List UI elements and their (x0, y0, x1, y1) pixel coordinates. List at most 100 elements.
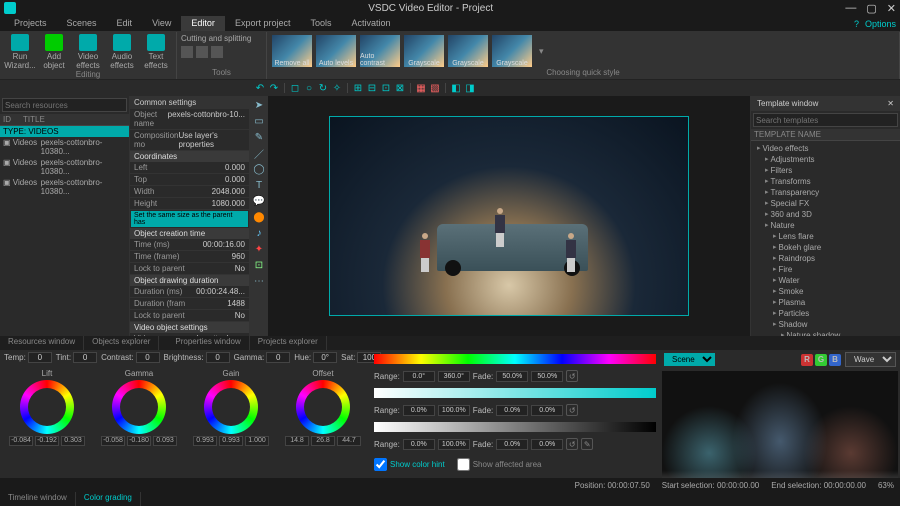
fade1a-input[interactable] (496, 371, 528, 382)
reset-icon[interactable]: ↺ (566, 438, 578, 450)
menu-view[interactable]: View (142, 16, 181, 31)
section-creation-time[interactable]: Object creation time (130, 228, 249, 239)
hue-gradient[interactable] (374, 354, 656, 364)
template-node[interactable]: Particles (753, 308, 898, 319)
range1b-input[interactable] (438, 371, 470, 382)
style-grayscale-1[interactable]: Grayscale (404, 35, 444, 67)
text-effects-button[interactable]: Text effects (140, 34, 172, 70)
preview-canvas[interactable] (268, 96, 750, 336)
align-icon[interactable]: ⊡ (380, 82, 392, 94)
menu-edit[interactable]: Edit (107, 16, 143, 31)
template-node[interactable]: Bokeh glare (753, 242, 898, 253)
fx-icon[interactable]: ✦ (252, 242, 266, 256)
menu-projects[interactable]: Projects (4, 16, 57, 31)
template-node[interactable]: Shadow (753, 319, 898, 330)
template-node[interactable]: Transforms (753, 176, 898, 187)
video-effects-button[interactable]: Video effects (72, 34, 104, 70)
tab-projects[interactable]: Projects explorer (250, 336, 327, 350)
audio-icon[interactable]: ♪ (252, 226, 266, 240)
template-node[interactable]: Filters (753, 165, 898, 176)
close-button[interactable]: ✕ (887, 2, 896, 15)
chart-icon[interactable]: ⬤ (252, 210, 266, 224)
maximize-button[interactable]: ▢ (866, 2, 876, 15)
brightness-input[interactable] (206, 352, 230, 363)
resource-row[interactable]: ▣ Videospexels-cottonbro-10380... (0, 137, 129, 157)
scope-g-toggle[interactable]: G (815, 354, 827, 366)
color-wheel-gamma[interactable] (112, 380, 166, 434)
scope-b-toggle[interactable]: B (829, 354, 841, 366)
line-icon[interactable]: ／ (252, 146, 266, 160)
undo-icon[interactable]: ↶ (254, 82, 266, 94)
template-node[interactable]: Nature shadow (753, 330, 898, 336)
tool-icon[interactable]: ↻ (317, 82, 329, 94)
col-id[interactable]: ID (3, 115, 23, 124)
tool-icon[interactable]: ◧ (450, 82, 462, 94)
hue-input[interactable] (313, 352, 337, 363)
template-node[interactable]: Lens flare (753, 231, 898, 242)
tool-icon[interactable] (211, 46, 223, 58)
fade1b-input[interactable] (531, 371, 563, 382)
text-icon[interactable]: T (252, 178, 266, 192)
col-title[interactable]: TITLE (23, 115, 45, 124)
style-auto-contrast[interactable]: Auto contrast (360, 35, 400, 67)
panel-close-icon[interactable]: ✕ (887, 99, 894, 108)
tooltip-icon[interactable]: 💬 (252, 194, 266, 208)
tool-icon[interactable]: ▦ (415, 82, 427, 94)
help-icon[interactable]: ? (854, 19, 859, 29)
tool-icon[interactable]: ○ (303, 82, 315, 94)
sat-gradient[interactable] (374, 388, 656, 398)
gamma-input[interactable] (266, 352, 290, 363)
ellipse-icon[interactable]: ◯ (252, 162, 266, 176)
tool-icon[interactable]: ◻ (289, 82, 301, 94)
prop-value[interactable]: pexels-cottonbro-10... (168, 110, 245, 128)
minimize-button[interactable]: — (845, 2, 856, 15)
menu-export[interactable]: Export project (225, 16, 301, 31)
cutting-splitting-button[interactable]: Cutting and splitting (181, 34, 251, 43)
show-affected-checkbox[interactable]: Show affected area (457, 458, 542, 471)
scope-r-toggle[interactable]: R (801, 354, 813, 366)
template-node[interactable]: Transparency (753, 187, 898, 198)
reset-icon[interactable]: ↺ (566, 370, 578, 382)
set-parent-size-button[interactable]: Set the same size as the parent has (131, 211, 248, 227)
rect-icon[interactable]: ▭ (252, 114, 266, 128)
template-node[interactable]: Nature (753, 220, 898, 231)
add-object-button[interactable]: Add object (38, 34, 70, 70)
crop-icon[interactable]: ⊡ (252, 258, 266, 272)
menu-tools[interactable]: Tools (300, 16, 341, 31)
tab-objects[interactable]: Objects explorer (84, 336, 159, 350)
template-search-input[interactable] (753, 113, 898, 127)
resource-row[interactable]: ▣ Videospexels-cottonbro-10380... (0, 157, 129, 177)
tool-icon[interactable] (181, 46, 193, 58)
tab-color-grading[interactable]: Color grading (76, 492, 141, 506)
run-wizard-button[interactable]: Run Wizard... (4, 34, 36, 70)
tool-icon[interactable]: ✧ (331, 82, 343, 94)
tool-icon[interactable] (196, 46, 208, 58)
style-grayscale-2[interactable]: Grayscale (448, 35, 488, 67)
tool-icon[interactable]: ▧ (429, 82, 441, 94)
template-node[interactable]: Fire (753, 264, 898, 275)
type-filter[interactable]: TYPE: VIDEOS (0, 126, 129, 137)
tab-timeline[interactable]: Timeline window (0, 492, 76, 506)
template-node[interactable]: Video effects (753, 143, 898, 154)
show-color-hint-checkbox[interactable]: Show color hint (374, 458, 445, 471)
color-wheel-offset[interactable] (296, 380, 350, 434)
reset-icon[interactable]: ↺ (566, 404, 578, 416)
more-icon[interactable]: ⋯ (252, 274, 266, 288)
range1a-input[interactable] (403, 371, 435, 382)
prop-value[interactable]: Use layer's properties (178, 131, 245, 149)
audio-effects-button[interactable]: Audio effects (106, 34, 138, 70)
template-node[interactable]: Plasma (753, 297, 898, 308)
temp-input[interactable] (28, 352, 52, 363)
template-node[interactable]: Raindrops (753, 253, 898, 264)
section-drawing-duration[interactable]: Object drawing duration (130, 275, 249, 286)
scope-type-select[interactable]: Wave (845, 352, 896, 367)
color-wheel-lift[interactable] (20, 380, 74, 434)
section-video-settings[interactable]: Video object settings (130, 322, 249, 333)
menu-editor[interactable]: Editor (181, 16, 225, 31)
align-icon[interactable]: ⊞ (352, 82, 364, 94)
lum-gradient[interactable] (374, 422, 656, 432)
eyedropper-icon[interactable]: ✎ (581, 438, 593, 450)
template-node[interactable]: Adjustments (753, 154, 898, 165)
template-node[interactable]: 360 and 3D (753, 209, 898, 220)
template-node[interactable]: Smoke (753, 286, 898, 297)
